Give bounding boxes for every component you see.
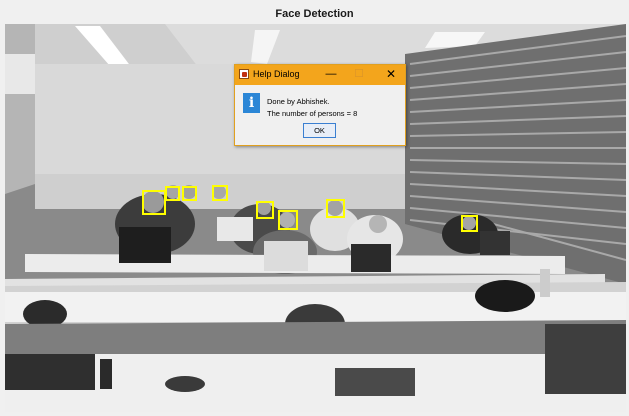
- face-box: [212, 185, 228, 201]
- maximize-button[interactable]: ☐: [349, 67, 369, 82]
- face-box: [142, 190, 166, 215]
- help-dialog: Help Dialog — ☐ ✕ i Done by Abhishek. Th…: [234, 64, 406, 146]
- close-button[interactable]: ✕: [381, 67, 401, 82]
- face-box: [182, 186, 197, 201]
- face-box: [278, 210, 298, 230]
- face-box: [461, 215, 478, 232]
- figure-window: Face Detection Help Dialog — ☐ ✕ i Done …: [0, 0, 629, 416]
- ok-button[interactable]: OK: [303, 123, 336, 138]
- figure-title: Face Detection: [275, 8, 354, 20]
- minimize-button[interactable]: —: [321, 67, 341, 82]
- app-icon: [239, 69, 249, 79]
- dialog-message-count: The number of persons = 8: [267, 109, 358, 118]
- dialog-message-author: Done by Abhishek.: [267, 97, 330, 106]
- face-box: [165, 186, 180, 201]
- info-icon: i: [243, 93, 260, 113]
- dialog-titlebar[interactable]: Help Dialog — ☐ ✕: [235, 65, 405, 85]
- face-box: [256, 201, 274, 219]
- face-box: [326, 199, 345, 218]
- dialog-title: Help Dialog: [253, 69, 300, 79]
